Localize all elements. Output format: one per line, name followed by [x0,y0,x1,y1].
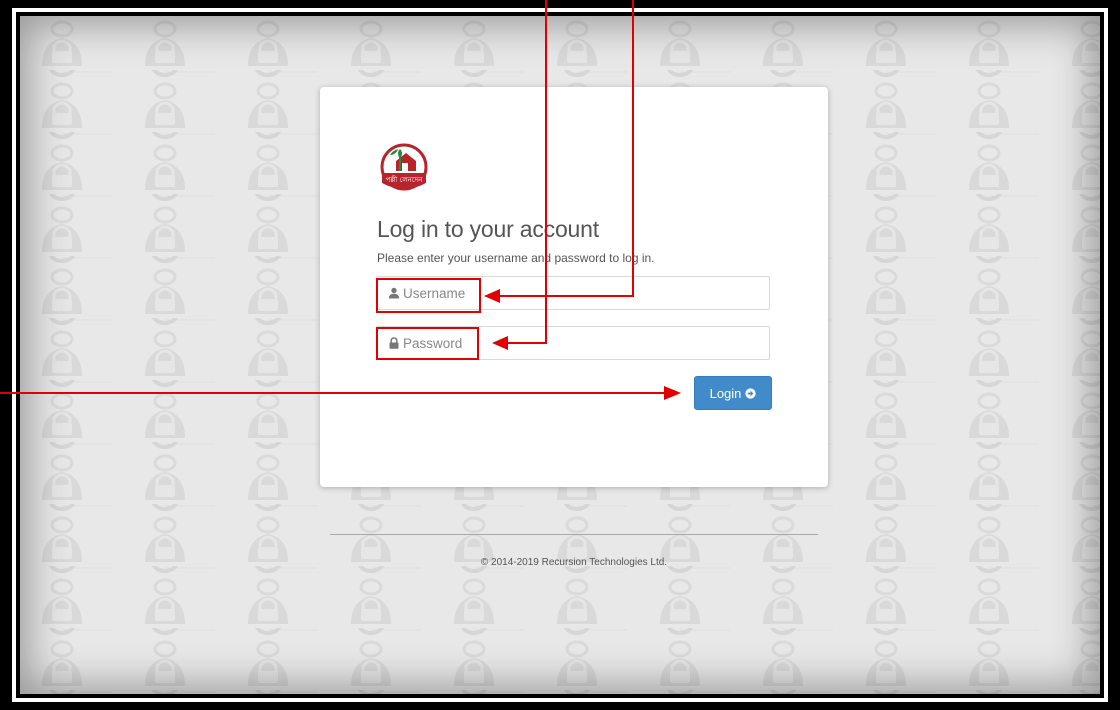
password-annotation-box [376,327,479,360]
login-button-label: Login [709,385,742,401]
copyright-footer: © 2014-2019 Recursion Technologies Ltd. [480,557,668,568]
login-instructions: Please enter your username and password … [377,251,655,265]
footer-divider [330,534,818,535]
page-title: Log in to your account [377,216,599,242]
palli-lenden-logo: পল্লী লেনদেন [380,143,428,191]
logo-text: পল্লী লেনদেন [386,175,424,184]
login-button[interactable]: Login [694,376,772,410]
arrow-circle-right-icon [745,387,757,399]
username-annotation-box [376,278,481,313]
